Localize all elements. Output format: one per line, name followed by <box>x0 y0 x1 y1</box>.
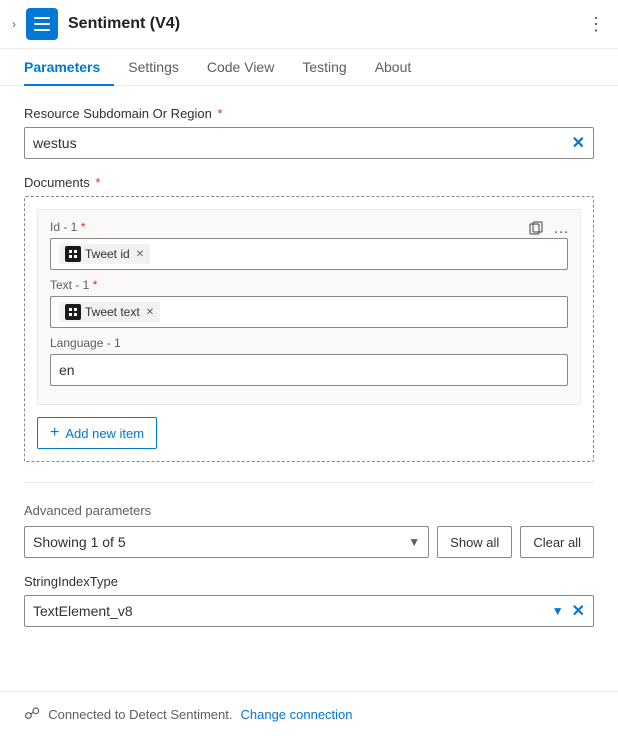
tweet-text-icon <box>65 304 81 320</box>
connection-icon: ☍ <box>24 704 40 724</box>
tab-about[interactable]: About <box>361 49 426 85</box>
tab-code-view[interactable]: Code View <box>193 49 288 85</box>
divider <box>24 482 594 483</box>
string-index-clear[interactable]: ✕ <box>572 601 585 621</box>
resource-subdomain-label: Resource Subdomain Or Region * <box>24 106 594 121</box>
parameters-panel: Resource Subdomain Or Region * ✕ Documen… <box>0 86 618 647</box>
document-item-1: … Id - 1 * Tweet id ✕ Text - 1 * <box>37 209 581 405</box>
string-index-field: TextElement_v8 ▼ ✕ <box>24 595 594 627</box>
id-tag-field[interactable]: Tweet id ✕ <box>50 238 568 270</box>
tweet-id-icon <box>65 246 81 262</box>
tab-settings[interactable]: Settings <box>114 49 193 85</box>
footer: ☍ Connected to Detect Sentiment. Change … <box>0 691 618 736</box>
hamburger-icon <box>34 17 50 31</box>
documents-container: … Id - 1 * Tweet id ✕ Text - 1 * <box>24 196 594 462</box>
string-index-value: TextElement_v8 <box>33 603 133 619</box>
showing-dropdown[interactable]: Showing 1 of 5 ▼ <box>24 526 429 558</box>
more-options-icon[interactable]: ⋮ <box>587 14 606 35</box>
clear-resource-icon[interactable]: ✕ <box>572 133 585 153</box>
panel-title: Sentiment (V4) <box>68 15 577 33</box>
tabs-bar: Parameters Settings Code View Testing Ab… <box>0 49 618 86</box>
change-connection-link[interactable]: Change connection <box>240 707 352 722</box>
string-index-arrow[interactable]: ▼ <box>552 604 564 618</box>
clear-all-button[interactable]: Clear all <box>520 526 594 558</box>
collapse-icon[interactable]: › <box>12 17 16 31</box>
text-tag-field[interactable]: Tweet text ✕ <box>50 296 568 328</box>
showing-text: Showing 1 of 5 <box>33 534 126 550</box>
language-field-label: Language - 1 <box>50 336 568 350</box>
language-value-field: en <box>50 354 568 386</box>
tab-testing[interactable]: Testing <box>288 49 360 85</box>
resource-subdomain-input[interactable] <box>33 135 572 151</box>
connected-text: Connected to Detect Sentiment. <box>48 707 232 722</box>
resource-subdomain-field[interactable]: ✕ <box>24 127 594 159</box>
documents-label: Documents * <box>24 175 594 190</box>
item-ellipsis-icon[interactable]: … <box>553 220 570 238</box>
showing-dropdown-arrow: ▼ <box>408 535 420 549</box>
tweet-text-tag: Tweet text ✕ <box>59 302 160 322</box>
add-icon: + <box>50 424 59 442</box>
string-index-section: StringIndexType TextElement_v8 ▼ ✕ <box>24 574 594 627</box>
string-index-label: StringIndexType <box>24 574 594 589</box>
copy-item-icon[interactable] <box>528 220 544 239</box>
add-new-label: Add new item <box>65 426 144 441</box>
header: › Sentiment (V4) ⋮ <box>0 0 618 49</box>
advanced-controls: Showing 1 of 5 ▼ Show all Clear all <box>24 526 594 558</box>
add-new-item-button[interactable]: + Add new item <box>37 417 157 449</box>
header-icon-button[interactable] <box>26 8 58 40</box>
tweet-text-remove[interactable]: ✕ <box>146 307 154 318</box>
show-all-button[interactable]: Show all <box>437 526 512 558</box>
tweet-id-remove[interactable]: ✕ <box>136 249 144 260</box>
tweet-id-tag: Tweet id ✕ <box>59 244 150 264</box>
text-field-label: Text - 1 * <box>50 278 568 292</box>
id-field-label: Id - 1 * <box>50 220 568 234</box>
string-index-select[interactable]: TextElement_v8 <box>33 603 552 619</box>
tab-parameters[interactable]: Parameters <box>24 49 114 85</box>
advanced-params-label: Advanced parameters <box>24 503 594 518</box>
